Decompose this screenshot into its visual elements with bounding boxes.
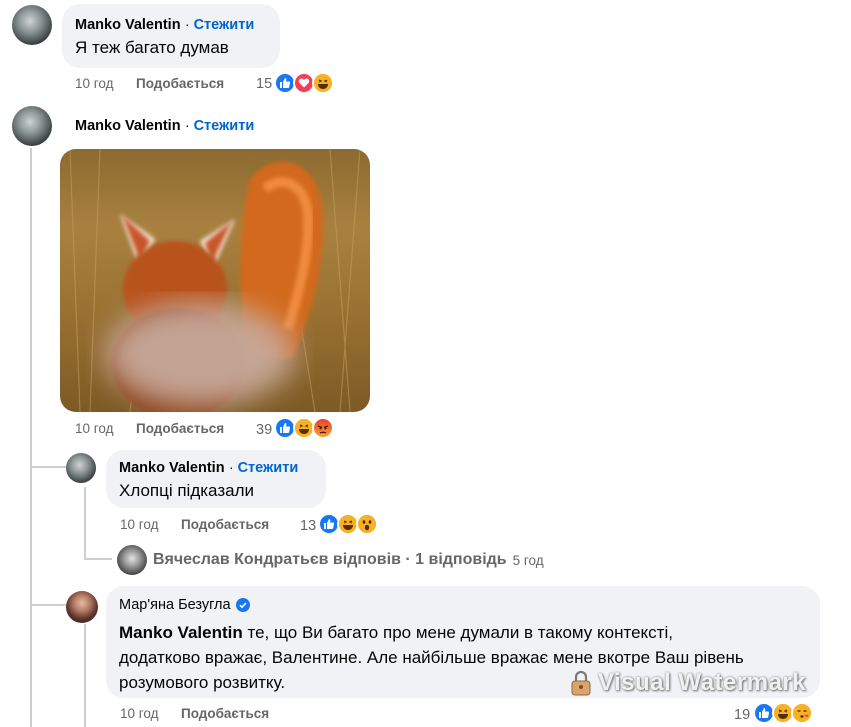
follow-link[interactable]: Стежити xyxy=(194,17,255,33)
thread-connector-1 xyxy=(30,466,66,468)
separator-dot: · xyxy=(185,117,194,133)
comment-time[interactable]: 10 год xyxy=(120,517,158,532)
reaction-count[interactable]: 15 xyxy=(256,76,272,92)
comment-header: Manko Valentin · Стежити xyxy=(75,117,254,135)
mention-link[interactable]: Manko Valentin xyxy=(119,623,243,642)
comment-image[interactable] xyxy=(60,149,370,412)
separator-dot: · xyxy=(400,551,416,568)
comment-header: Manko Valentin · Стежити xyxy=(75,16,254,34)
watermark-text: Visual Watermark xyxy=(598,669,807,696)
reply-count[interactable]: 1 відповідь xyxy=(415,551,507,569)
follow-link[interactable]: Стежити xyxy=(238,460,299,476)
comment-text: Я теж багато думав xyxy=(75,38,229,57)
avatar xyxy=(117,545,147,575)
reaction-count[interactable]: 39 xyxy=(256,422,272,438)
avatar[interactable] xyxy=(12,5,52,45)
thread-connector-3 xyxy=(30,604,66,606)
fox-photo xyxy=(69,149,361,412)
comment-bubble xyxy=(62,4,280,68)
comment-line-2: додатково вражає, Валентине. Але найбіль… xyxy=(119,648,744,667)
separator-dot: · xyxy=(185,16,194,32)
thread-line-main xyxy=(30,148,32,727)
comment-time[interactable]: 10 год xyxy=(75,76,113,91)
reaction-icons[interactable] xyxy=(318,513,382,537)
reply-summary[interactable]: Вячеслав Кондратьєв відповів · 1 відпові… xyxy=(117,545,544,575)
thread-line-nested xyxy=(84,487,86,559)
thread-connector-2 xyxy=(84,558,112,560)
laughing-face-icon xyxy=(312,72,334,94)
kiss-heart-face-icon xyxy=(791,702,813,724)
lock-icon xyxy=(570,670,592,696)
comment-time[interactable]: 10 год xyxy=(75,421,113,436)
reaction-icons[interactable] xyxy=(274,417,338,441)
author-name[interactable]: Мар'яна Безугла xyxy=(119,597,231,613)
comment-header: Manko Valentin · Стежити xyxy=(119,459,298,477)
verified-badge-icon xyxy=(235,598,250,612)
reaction-count[interactable]: 19 xyxy=(734,707,750,723)
like-button[interactable]: Подобається xyxy=(136,421,224,436)
reaction-icons[interactable] xyxy=(753,702,817,726)
comment-text: Хлопці підказали xyxy=(119,481,254,500)
comment-time[interactable]: 10 год xyxy=(120,706,158,721)
avatar[interactable] xyxy=(66,453,96,483)
watermark: Visual Watermark xyxy=(570,669,806,697)
reply-action: відповів xyxy=(328,551,401,568)
author-name[interactable]: Manko Valentin xyxy=(75,17,181,33)
wow-face-icon xyxy=(356,513,378,535)
author-name[interactable]: Manko Valentin xyxy=(119,460,225,476)
comment-text-part: те, що Ви багато про мене думали в таком… xyxy=(242,623,673,642)
thread-line-lower xyxy=(84,624,86,727)
like-button[interactable]: Подобається xyxy=(136,76,224,91)
angry-face-icon xyxy=(312,417,334,439)
separator-dot: · xyxy=(229,459,238,475)
reaction-count[interactable]: 13 xyxy=(300,518,316,534)
comment-header: Мар'яна Безугла xyxy=(119,597,250,613)
reaction-icons[interactable] xyxy=(274,72,338,96)
avatar[interactable] xyxy=(12,106,52,146)
follow-link[interactable]: Стежити xyxy=(194,118,255,134)
comment-line-1: Manko Valentin те, що Ви багато про мене… xyxy=(119,620,809,645)
author-name[interactable]: Manko Valentin xyxy=(75,118,181,134)
like-button[interactable]: Подобається xyxy=(181,517,269,532)
like-button[interactable]: Подобається xyxy=(181,706,269,721)
reply-author[interactable]: Вячеслав Кондратьєв xyxy=(153,551,328,569)
avatar[interactable] xyxy=(66,591,98,623)
reply-time: 5 год xyxy=(512,552,544,568)
